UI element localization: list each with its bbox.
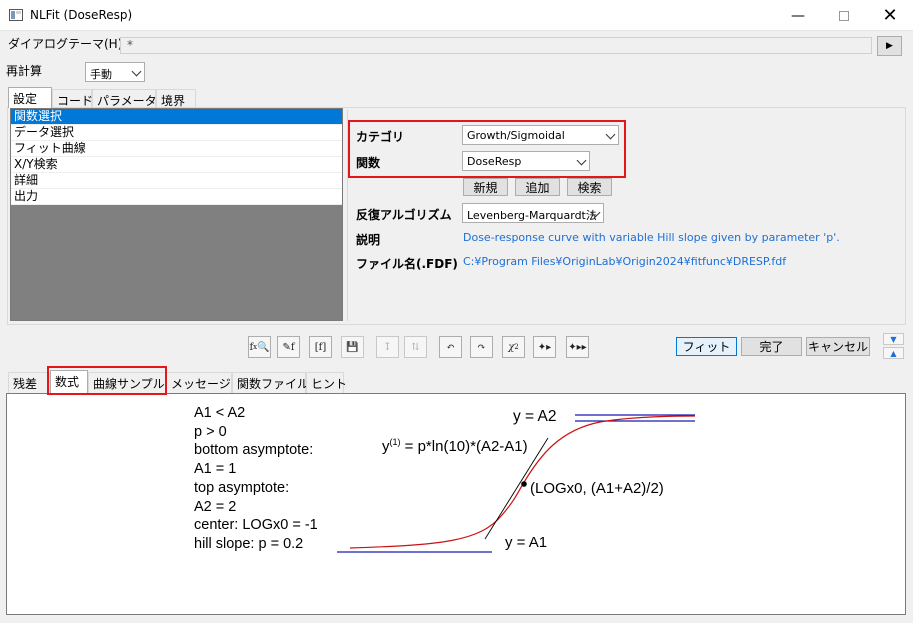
tab-hints[interactable]: ヒント <box>306 372 347 393</box>
list-item-fit-curve[interactable]: フィット曲線 <box>11 141 342 157</box>
recalc-value: 手動 <box>90 68 112 81</box>
tab-residuals[interactable]: 残差 <box>8 372 50 393</box>
top-asymptote-label: y = A2 <box>513 408 557 425</box>
formula-line: p > 0 <box>194 423 227 440</box>
list-item-function-select[interactable]: 関数選択 <box>11 109 342 125</box>
description-label: 説明 <box>356 233 381 247</box>
function-builder-icon[interactable]: f x 🔍 <box>248 336 271 358</box>
triangle-up-icon: ▲ <box>890 348 897 358</box>
function-dropdown[interactable]: DoseResp <box>462 151 590 171</box>
list-item-advanced[interactable]: 詳細 <box>11 173 342 189</box>
function-value: DoseResp <box>467 155 522 168</box>
window-title: NLFit (DoseResp) <box>30 8 133 22</box>
algorithm-label: 反復アルゴリズム <box>356 208 452 222</box>
close-button[interactable]: ✕ <box>867 0 913 31</box>
formula-line: A2 = 2 <box>194 498 237 515</box>
collapse-down-button[interactable]: ▼ <box>883 333 904 345</box>
function-label: 関数 <box>356 156 381 170</box>
one-iteration-icon[interactable]: ↷ <box>470 336 493 358</box>
new-button[interactable]: 新規 <box>463 178 508 196</box>
formula-line: hill slope: p = 0.2 <box>194 535 304 552</box>
tab-bounds[interactable]: 境界 <box>156 89 196 108</box>
cancel-button[interactable]: キャンセル <box>806 337 870 356</box>
edit-function-icon[interactable]: ✎f <box>277 336 300 358</box>
sort-down-icon[interactable]: ↧ <box>376 336 399 358</box>
tab-code[interactable]: コード <box>52 89 93 108</box>
dialog-theme-label: ダイアログテーマ(H) <box>8 37 123 51</box>
recalc-label: 再計算 <box>6 64 43 78</box>
maximize-icon <box>839 10 849 21</box>
chi-square-icon[interactable]: χ2 <box>502 336 525 358</box>
fit-step-icon[interactable]: ✦▸ <box>533 336 556 358</box>
formula-line: top asymptote: <box>194 479 290 496</box>
category-label: カテゴリ <box>356 130 405 144</box>
algorithm-dropdown[interactable]: Levenberg-Marquardt法 <box>462 203 604 223</box>
chevron-down-icon <box>131 66 142 77</box>
search-button[interactable]: 検索 <box>567 178 612 196</box>
list-item-xy-find[interactable]: X/Y検索 <box>11 157 342 173</box>
maximize-button[interactable] <box>821 0 867 31</box>
formula-line: center: LOGx0 = -1 <box>194 517 318 534</box>
tab-function-file[interactable]: 関数ファイル <box>232 372 309 393</box>
dialog-theme-input[interactable]: * <box>120 37 872 54</box>
fit-until-converge-icon[interactable]: ✦▸▸ <box>566 336 589 358</box>
list-item-data-select[interactable]: データ選択 <box>11 125 342 141</box>
close-icon: ✕ <box>882 5 898 26</box>
function-file-icon[interactable]: [f] <box>309 336 332 358</box>
derivative-y: y <box>382 438 390 455</box>
derivative-superscript: (1) <box>389 437 401 447</box>
tab-messages[interactable]: メッセージ <box>166 372 232 393</box>
minimize-icon: — <box>791 7 805 24</box>
derivative-label: y(1) = p*ln(10)*(A2-A1) <box>382 437 528 455</box>
description-value: Dose-response curve with variable Hill s… <box>463 231 840 244</box>
derivative-expression: = p*ln(10)*(A2-A1) <box>400 438 528 455</box>
category-value: Growth/Sigmoidal <box>467 129 565 142</box>
formula-line: A1 = 1 <box>194 461 237 478</box>
initialize-icon[interactable]: ↶ <box>439 336 462 358</box>
formula-line: A1 < A2 <box>194 405 246 421</box>
category-dropdown[interactable]: Growth/Sigmoidal <box>462 125 619 145</box>
formula-lines: A1 < A2 p > 0 bottom asymptote: A1 = 1 t… <box>194 404 318 554</box>
add-button[interactable]: 追加 <box>515 178 560 196</box>
highlight-box-tabs <box>47 366 167 395</box>
formula-line: bottom asymptote: <box>194 442 314 459</box>
tab-parameters[interactable]: パラメータ <box>92 89 157 108</box>
midpoint-label: (LOGx0, (A1+A2)/2) <box>530 480 664 497</box>
save-icon[interactable]: 💾 <box>341 336 364 358</box>
play-arrow-icon: ▶ <box>886 41 893 51</box>
fit-button[interactable]: フィット <box>676 337 737 356</box>
tab-settings[interactable]: 設定 <box>8 87 52 108</box>
recalc-dropdown[interactable]: 手動 <box>85 62 145 82</box>
minimize-button[interactable]: — <box>775 0 821 31</box>
chevron-down-icon <box>605 129 616 140</box>
list-item-output[interactable]: 出力 <box>11 189 342 205</box>
collapse-up-button[interactable]: ▲ <box>883 347 904 359</box>
dialog-theme-menu-button[interactable]: ▶ <box>877 36 902 56</box>
midpoint-marker <box>521 481 527 487</box>
chevron-down-icon <box>576 155 587 166</box>
settings-tree: 関数選択 データ選択 フィット曲線 X/Y検索 詳細 出力 <box>10 108 343 321</box>
triangle-down-icon: ▼ <box>890 334 897 344</box>
filename-value: C:¥Program Files¥OriginLab¥Origin2024¥fi… <box>463 255 787 268</box>
algorithm-value: Levenberg-Marquardt法 <box>467 209 597 222</box>
app-icon <box>9 9 23 21</box>
filename-label: ファイル名(.FDF) <box>356 257 458 271</box>
parameter-init-icon[interactable]: ⇅ <box>404 336 427 358</box>
bottom-asymptote-label: y = A1 <box>505 534 548 551</box>
done-button[interactable]: 完了 <box>741 337 802 356</box>
title-bar: NLFit (DoseResp) — ✕ <box>0 0 913 31</box>
